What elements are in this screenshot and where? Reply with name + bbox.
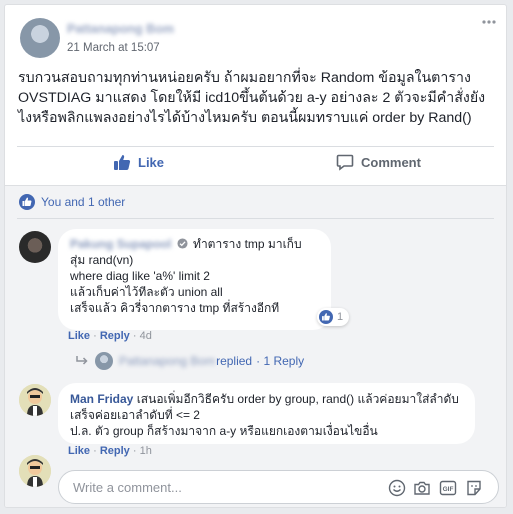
post-body-text: รบกวนสอบถามทุกท่านหน่อยครับ ถ้าผมอยากที่… <box>18 70 486 126</box>
comment-reply-link[interactable]: Reply <box>100 445 130 457</box>
comment-meta: Like · Reply · 1h <box>68 445 152 457</box>
replied-label: replied <box>216 354 253 368</box>
cartoon-avatar-icon <box>19 455 51 487</box>
comment-reaction-badge[interactable]: 1 <box>317 308 350 326</box>
comment-text-line: ทำตาราง tmp มาเก็บ <box>193 237 302 251</box>
post-timestamp[interactable]: 21 March at 15:07 <box>67 42 160 54</box>
more-options-icon[interactable] <box>480 13 498 31</box>
comment-bubble: Man Friday เสนอเพิ่มอีกวิธีครับ order by… <box>58 383 475 444</box>
comment-age[interactable]: 1h <box>140 445 152 457</box>
comment-bubble: Pakung Supapool ทำตาราง tmp มาเก็บ สุ่ม … <box>58 229 331 330</box>
commenter-name[interactable]: Pakung Supapool <box>70 237 171 251</box>
post-card: Pattanapong Bom 21 March at 15:07 รบกวนส… <box>4 4 507 508</box>
comment-button-label: Comment <box>361 154 421 170</box>
replier-name: Pattanapong Bom <box>119 354 216 368</box>
comment-like-link[interactable]: Like <box>68 330 90 342</box>
svg-text:GIF: GIF <box>443 486 454 493</box>
commenter-name[interactable]: Man Friday <box>70 392 133 406</box>
like-reaction-icon <box>19 194 35 210</box>
reply-count: · 1 Reply <box>256 354 305 368</box>
commenter-avatar[interactable] <box>19 384 51 416</box>
comment-text-line: แล้วเก็บค่าไว้ทีละตัว union all <box>70 285 223 299</box>
gif-icon[interactable]: GIF <box>439 479 457 497</box>
comment-text-line: where diag like 'a%' limit 2 <box>70 269 210 283</box>
emoji-icon[interactable] <box>388 479 406 497</box>
comment-text-line: ป.ล. ตัว group ก็สร้างมาจาก a-y หรือแยกเ… <box>70 424 378 438</box>
verified-badge-icon <box>177 238 188 249</box>
post-author-avatar[interactable] <box>20 18 60 58</box>
reactions-summary-text: You and 1 other <box>41 195 126 209</box>
view-replies-link[interactable]: Pattanapong Bom replied · 1 Reply <box>75 352 304 370</box>
cartoon-avatar-icon <box>19 384 51 416</box>
sticker-icon[interactable] <box>465 479 483 497</box>
like-button[interactable]: Like <box>113 148 164 176</box>
comment-text-line: เสร็จแล้ว คิวรี่จากตาราง tmp ที่สร้างอีก… <box>70 301 280 315</box>
reactions-divider <box>17 218 494 219</box>
comment-input-box[interactable]: GIF <box>58 470 499 504</box>
commenter-avatar[interactable] <box>19 231 51 263</box>
camera-icon[interactable] <box>413 479 431 497</box>
comment-age[interactable]: 4d <box>140 330 152 342</box>
comment-input[interactable] <box>71 479 375 496</box>
like-button-label: Like <box>138 154 165 170</box>
comment-reply-link[interactable]: Reply <box>100 330 130 342</box>
reply-arrow-icon <box>76 356 88 365</box>
reaction-count: 1 <box>337 311 344 323</box>
comment-text-line: สุ่ม rand(vn) <box>70 253 134 267</box>
current-user-avatar[interactable] <box>19 455 51 487</box>
post-author-name[interactable]: Pattanapong Bom <box>67 22 174 36</box>
thumbs-up-icon <box>114 155 131 170</box>
like-reaction-icon <box>319 310 333 324</box>
reactions-summary[interactable]: You and 1 other <box>19 194 125 210</box>
replier-avatar <box>95 352 113 370</box>
comments-section: You and 1 other Pakung Supapool ทำตาราง … <box>5 185 506 507</box>
comment-meta: Like · Reply · 4d <box>68 330 152 342</box>
comment-icon <box>336 154 354 171</box>
comment-like-link[interactable]: Like <box>68 445 90 457</box>
comment-button[interactable]: Comment <box>336 148 421 176</box>
actions-top-divider <box>17 146 494 147</box>
